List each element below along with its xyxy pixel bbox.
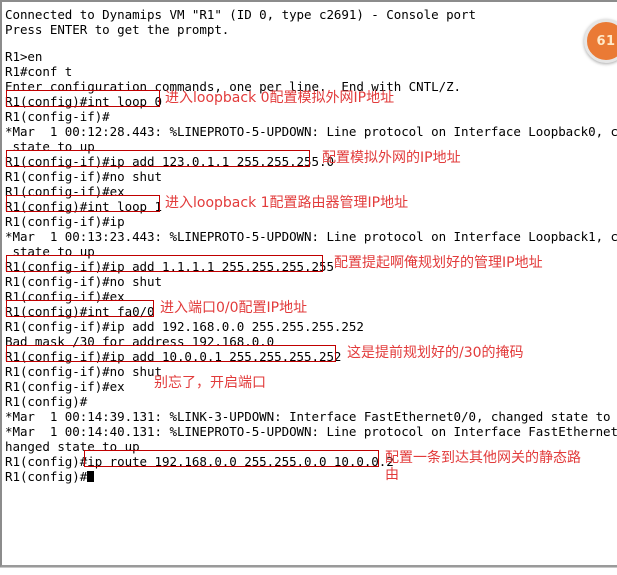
terminal-line: state to up — [5, 139, 95, 154]
terminal-line: R1(config)#int fa0/0 — [5, 304, 155, 319]
terminal-line: Bad mask /30 for address 192.168.0.0 — [5, 334, 275, 349]
note-port-fa00: 进入端口0/0配置IP地址 — [160, 300, 308, 316]
note-static-route-2: 由 — [385, 467, 399, 483]
note-mask-30: 这是提前规划好的/30的掩码 — [347, 345, 524, 361]
terminal-line: R1(config-if)#ip add 10.0.0.1 255.255.25… — [5, 349, 342, 364]
terminal-line: R1>en — [5, 49, 43, 64]
note-enable-port: 别忘了，开启端口 — [154, 375, 266, 391]
terminal-cursor — [87, 471, 95, 482]
terminal-line: state to up — [5, 244, 95, 259]
terminal-line: Press ENTER to get the prompt. — [5, 22, 230, 37]
terminal-line: *Mar 1 00:12:28.443: %LINEPROTO-5-UPDOWN… — [5, 124, 617, 139]
screenshot-root: Connected to Dynamips VM "R1" (ID 0, typ… — [0, 0, 617, 575]
terminal-line: Connected to Dynamips VM "R1" (ID 0, typ… — [5, 7, 476, 22]
terminal-line: R1(config)#int loop 0 — [5, 94, 162, 109]
terminal-line-text: R1(config)# — [5, 469, 88, 484]
terminal-line: R1(config)# — [5, 394, 88, 409]
terminal-line: R1(config-if)#ex — [5, 379, 125, 394]
note-static-route-1: 配置一条到达其他网关的静态路 — [385, 450, 581, 466]
dynamips-console-window[interactable]: Connected to Dynamips VM "R1" (ID 0, typ… — [0, 0, 617, 567]
terminal-line: R1#conf t — [5, 64, 73, 79]
note-config-wan-ip: 配置模拟外网的IP地址 — [322, 150, 461, 166]
terminal-line: R1(config)#ip route 192.168.0.0 255.255.… — [5, 454, 394, 469]
terminal-line: R1(config)#int loop 1 — [5, 199, 162, 214]
terminal-line: *Mar 1 00:13:23.443: %LINEPROTO-5-UPDOWN… — [5, 229, 617, 244]
terminal-line: hanged state to up — [5, 439, 140, 454]
note-mgmt-ip: 配置提起啊俺规划好的管理IP地址 — [334, 255, 543, 271]
terminal-line: *Mar 1 00:14:39.131: %LINK-3-UPDOWN: Int… — [5, 409, 617, 424]
terminal-line: R1(config)# — [5, 469, 95, 484]
terminal-line: R1(config-if)#ip — [5, 214, 125, 229]
note-loopback0-wan: 进入loopback 0配置模拟外网IP地址 — [165, 90, 395, 106]
terminal-line: R1(config-if)#ex — [5, 184, 125, 199]
terminal-line: R1(config-if)#ip add 1.1.1.1 255.255.255… — [5, 259, 334, 274]
terminal-line: R1(config-if)# — [5, 109, 110, 124]
terminal-line: R1(config-if)#ip add 192.168.0.0 255.255… — [5, 319, 364, 334]
terminal-output[interactable]: Connected to Dynamips VM "R1" (ID 0, typ… — [5, 3, 617, 563]
terminal-line: R1(config-if)#ip add 123.0.1.1 255.255.2… — [5, 154, 334, 169]
terminal-line: R1(config-if)#no shut — [5, 364, 162, 379]
terminal-line: R1(config-if)#no shut — [5, 169, 162, 184]
terminal-line: *Mar 1 00:14:40.131: %LINEPROTO-5-UPDOWN… — [5, 424, 617, 439]
terminal-line: R1(config-if)#ex — [5, 289, 125, 304]
page-number-badge-label: 61 — [596, 33, 616, 49]
page-number-badge[interactable]: 61 — [584, 19, 617, 63]
note-loopback1-mgmt: 进入loopback 1配置路由器管理IP地址 — [165, 195, 409, 211]
window-bottom-edge — [0, 567, 617, 575]
terminal-line: R1(config-if)#no shut — [5, 274, 162, 289]
